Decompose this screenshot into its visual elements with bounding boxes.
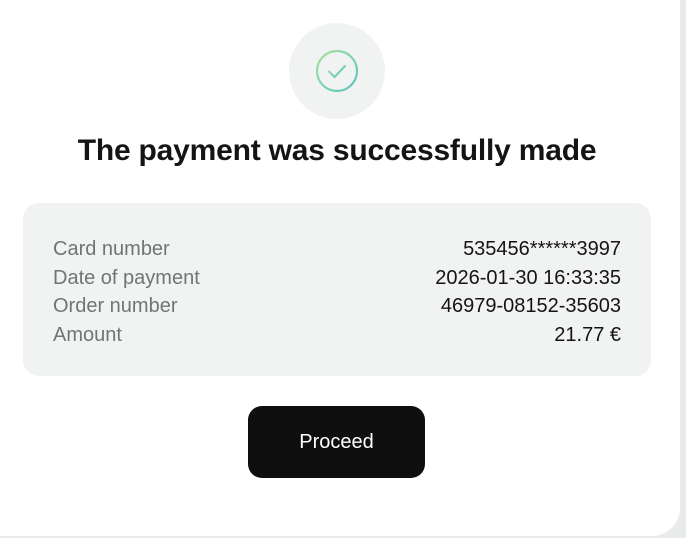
detail-value: 46979-08152-35603 (440, 295, 621, 318)
detail-label: Date of payment (53, 266, 200, 289)
detail-label: Amount (53, 323, 122, 346)
detail-row-date-of-payment: Date of payment 2026-01-30 16:33:35 (53, 264, 621, 293)
payment-details-panel: Card number 535456******3997 Date of pay… (23, 203, 651, 376)
detail-value: 2026-01-30 16:33:35 (435, 266, 621, 289)
detail-value: 21.77 € (554, 323, 621, 346)
detail-label: Card number (53, 238, 170, 261)
detail-value: 535456******3997 (463, 238, 621, 261)
page-title: The payment was successfully made (77, 134, 597, 167)
status-badge (289, 23, 385, 119)
detail-row-order-number: Order number 46979-08152-35603 (53, 292, 621, 321)
detail-label: Order number (53, 295, 178, 318)
proceed-button[interactable]: Proceed (248, 406, 425, 478)
detail-row-amount: Amount 21.77 € (53, 321, 621, 350)
detail-row-card-number: Card number 535456******3997 (53, 235, 621, 264)
check-circle-icon (315, 49, 359, 93)
